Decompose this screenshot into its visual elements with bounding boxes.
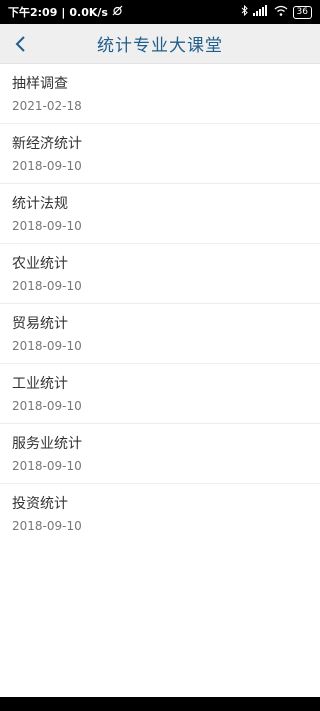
list-item[interactable]: 服务业统计 2018-09-10 — [0, 424, 320, 484]
signal-icon — [252, 5, 269, 19]
item-title: 贸易统计 — [12, 316, 68, 332]
back-button[interactable] — [6, 29, 36, 59]
item-title: 投资统计 — [12, 496, 68, 512]
item-date: 2018-09-10 — [12, 279, 82, 293]
item-date: 2018-09-10 — [12, 459, 82, 473]
list-item[interactable]: 统计法规 2018-09-10 — [0, 184, 320, 244]
status-time: 下午2:09 — [8, 6, 58, 19]
list-item[interactable]: 工业统计 2018-09-10 — [0, 364, 320, 424]
status-left: 下午2:09 | 0.0K/s — [8, 4, 123, 20]
wifi-icon — [274, 5, 288, 19]
chevron-left-icon — [15, 36, 25, 52]
course-list: 抽样调查 2021-02-18 新经济统计 2018-09-10 统计法规 20… — [0, 64, 320, 544]
status-bar: 下午2:09 | 0.0K/s 36 — [0, 0, 320, 24]
item-title: 新经济统计 — [12, 136, 82, 152]
list-item[interactable]: 投资统计 2018-09-10 — [0, 484, 320, 544]
item-date: 2018-09-10 — [12, 519, 82, 533]
item-title: 农业统计 — [12, 256, 68, 272]
item-date: 2018-09-10 — [12, 399, 82, 413]
navigation-bar — [0, 697, 320, 711]
list-item[interactable]: 新经济统计 2018-09-10 — [0, 124, 320, 184]
item-title: 抽样调查 — [12, 76, 68, 92]
bluetooth-icon — [241, 4, 248, 19]
item-title: 服务业统计 — [12, 436, 82, 452]
app-header: 统计专业大课堂 — [0, 24, 320, 64]
page-title: 统计专业大课堂 — [97, 36, 223, 56]
status-speed: 0.0K/s — [69, 5, 108, 19]
list-item[interactable]: 农业统计 2018-09-10 — [0, 244, 320, 304]
status-separator: | — [61, 5, 66, 19]
item-title: 工业统计 — [12, 376, 68, 392]
item-date: 2018-09-10 — [12, 339, 82, 353]
status-right: 36 — [241, 4, 312, 19]
item-title: 统计法规 — [12, 196, 68, 212]
alarm-off-icon — [112, 5, 123, 19]
list-item[interactable]: 贸易统计 2018-09-10 — [0, 304, 320, 364]
item-date: 2021-02-18 — [12, 99, 82, 113]
item-date: 2018-09-10 — [12, 219, 82, 233]
battery-indicator: 36 — [292, 5, 312, 19]
list-item[interactable]: 抽样调查 2021-02-18 — [0, 64, 320, 124]
item-date: 2018-09-10 — [12, 159, 82, 173]
